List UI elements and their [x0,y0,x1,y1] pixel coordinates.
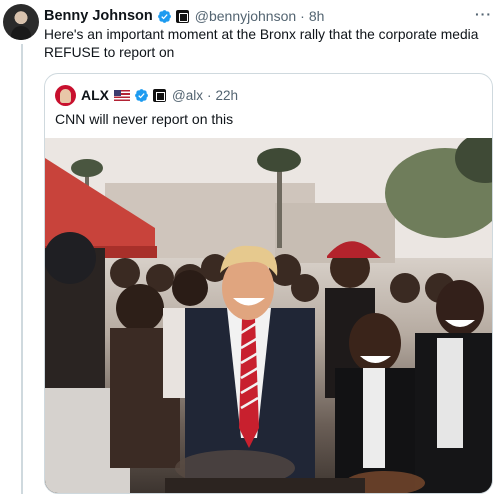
tweet-text: Here's an important moment at the Bronx … [44,27,479,60]
photo-illustration [45,138,492,493]
affiliate-badge-icon [153,88,166,102]
tweet-header: Benny Johnson @bennyjohnson · 8h [44,6,324,26]
quote-timestamp[interactable]: 22h [215,88,238,103]
author-name[interactable]: Benny Johnson [44,8,153,24]
quote-text: CNN will never report on this [55,111,234,127]
tweet-container: Benny Johnson @bennyjohnson · 8h ··· Her… [0,0,500,494]
us-flag-icon [114,89,130,101]
quote-author-avatar[interactable] [55,84,76,106]
author-avatar[interactable] [3,4,39,40]
affiliate-badge-icon [175,9,189,23]
verified-badge-icon [157,9,171,23]
quoted-tweet-photo[interactable] [45,138,492,493]
tweet-timestamp[interactable]: 8h [309,8,325,24]
verified-badge-icon [135,88,148,102]
thread-line [21,44,23,494]
quoted-tweet-card[interactable]: ALX @alx · 22h CNN will never report on … [44,73,493,494]
separator-dot: · [206,87,212,103]
quote-header: ALX @alx · 22h [55,84,238,106]
author-handle[interactable]: @bennyjohnson [195,8,296,24]
separator-dot: · [300,8,305,24]
more-options-icon[interactable]: ··· [475,6,492,22]
quote-author-handle[interactable]: @alx [172,88,203,103]
quote-author-name[interactable]: ALX [81,87,109,103]
